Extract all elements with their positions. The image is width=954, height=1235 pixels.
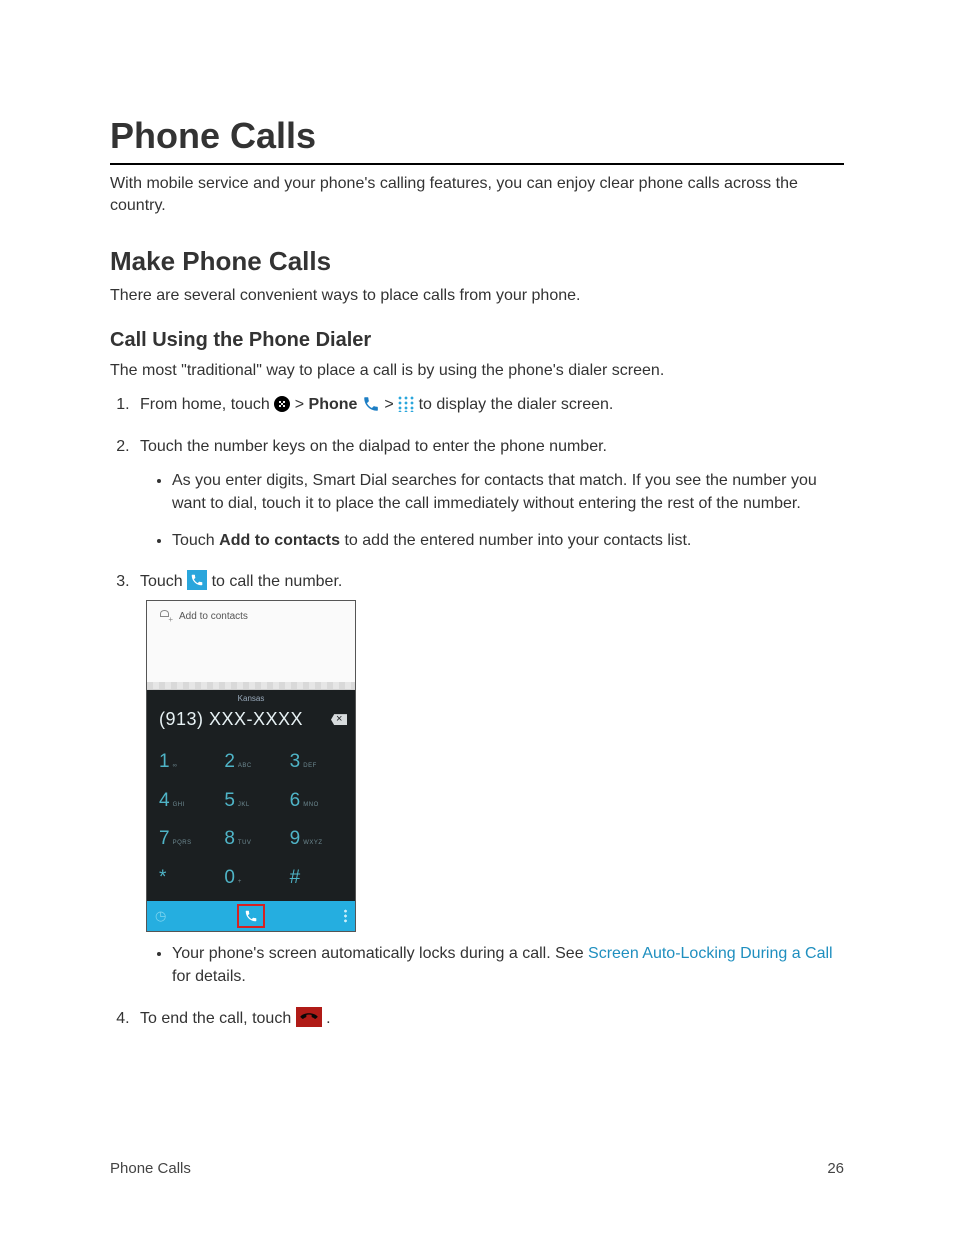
add-to-contacts-row: Add to contacts	[147, 601, 355, 634]
steps-list: From home, touch > Phone > to display th…	[110, 393, 844, 1031]
keypad-key: 7PQRS	[153, 820, 218, 859]
key-digit: 7	[159, 825, 170, 854]
keypad-key: 6MNO	[284, 782, 349, 821]
step2b2-bold: Add to contacts	[219, 532, 340, 549]
keypad-key: 3DEF	[284, 743, 349, 782]
step1-post: to display the dialer screen.	[419, 396, 614, 413]
key-letters: JKL	[238, 801, 250, 810]
keypad-key: *	[153, 859, 218, 898]
step3-note: Your phone's screen automatically locks …	[172, 942, 844, 988]
step1-gt2: >	[384, 396, 398, 413]
step2-text: Touch the number keys on the dialpad to …	[140, 438, 607, 455]
step2b2-b: to add the entered number into your cont…	[340, 532, 691, 549]
history-icon: ◷	[155, 906, 166, 926]
step3-note-b: for details.	[172, 968, 246, 985]
page-title: Phone Calls	[110, 115, 844, 165]
key-letters: ABC	[238, 762, 252, 771]
key-digit: 3	[290, 748, 301, 777]
screenshot-blank	[147, 634, 355, 682]
screenshot-keypad: 1∞2ABC3DEF4GHI5JKL6MNO7PQRS8TUV9WXYZ*0+#	[147, 741, 355, 901]
key-letters: TUV	[238, 839, 252, 848]
keypad-key: 9WXYZ	[284, 820, 349, 859]
phone-icon	[362, 395, 380, 413]
step1-phone-label: Phone	[309, 396, 358, 413]
step3-a: Touch	[140, 573, 187, 590]
step2b2-a: Touch	[172, 532, 219, 549]
add-contact-icon	[157, 610, 171, 624]
call-button-icon	[187, 570, 207, 590]
overflow-menu-icon	[344, 909, 347, 923]
keypad-key: 5JKL	[218, 782, 283, 821]
step3-b: to call the number.	[212, 573, 343, 590]
step-1: From home, touch > Phone > to display th…	[134, 393, 844, 417]
step2-bullet-2: Touch Add to contacts to add the entered…	[172, 529, 844, 552]
screenshot-call-button	[237, 904, 265, 928]
step2-bullet-1: As you enter digits, Smart Dial searches…	[172, 469, 844, 515]
key-letters: PQRS	[173, 839, 192, 848]
key-letters: GHI	[173, 801, 185, 810]
key-digit: 8	[224, 825, 235, 854]
step3-bullets: Your phone's screen automatically locks …	[140, 942, 844, 988]
page-footer: Phone Calls 26	[110, 1160, 844, 1177]
screenshot-bottom-bar: ◷	[147, 901, 355, 931]
backspace-icon	[331, 714, 347, 725]
screen-autolock-link[interactable]: Screen Auto-Locking During a Call	[588, 945, 833, 962]
step-4: To end the call, touch .	[134, 1007, 844, 1031]
step2-bullets: As you enter digits, Smart Dial searches…	[140, 469, 844, 553]
section-make-calls: Make Phone Calls	[110, 246, 844, 277]
key-digit: 4	[159, 787, 170, 816]
key-letters: ∞	[173, 762, 178, 771]
footer-page-number: 26	[827, 1160, 844, 1177]
footer-section: Phone Calls	[110, 1160, 191, 1177]
keypad-key: 8TUV	[218, 820, 283, 859]
keypad-key: 1∞	[153, 743, 218, 782]
step-3: Touch to call the number. Add to contact…	[134, 570, 844, 988]
keypad-key: 2ABC	[218, 743, 283, 782]
key-letters: WXYZ	[303, 839, 322, 848]
screenshot-number: (913) XXX-XXXX	[159, 706, 303, 733]
key-digit: 1	[159, 748, 170, 777]
dialpad-icon	[398, 396, 414, 412]
step3-note-a: Your phone's screen automatically locks …	[172, 945, 588, 962]
screenshot-dialpad-area: Kansas (913) XXX-XXXX 1∞2ABC3DEF4GHI5JKL…	[147, 690, 355, 901]
key-letters: DEF	[303, 762, 317, 771]
section-dialer: Call Using the Phone Dialer	[110, 329, 844, 352]
keypad-key: 4GHI	[153, 782, 218, 821]
step-2: Touch the number keys on the dialpad to …	[134, 435, 844, 553]
key-digit: 0	[224, 864, 235, 893]
screenshot-strip	[147, 682, 355, 689]
intro-text: With mobile service and your phone's cal…	[110, 173, 844, 218]
keypad-key: 0+	[218, 859, 283, 898]
key-digit: *	[159, 864, 166, 893]
key-digit: #	[290, 864, 301, 893]
apps-icon	[274, 396, 290, 412]
screenshot-top: Add to contacts	[147, 601, 355, 690]
keypad-key: #	[284, 859, 349, 898]
key-digit: 9	[290, 825, 301, 854]
key-letters: MNO	[303, 801, 319, 810]
step4-b: .	[326, 1010, 330, 1027]
key-digit: 6	[290, 787, 301, 816]
end-call-icon	[296, 1007, 322, 1027]
step1-pre: From home, touch	[140, 396, 274, 413]
key-digit: 2	[224, 748, 235, 777]
key-letters: +	[238, 878, 242, 887]
dialer-screenshot: Add to contacts Kansas (913) XXX-XXXX 1∞…	[146, 600, 356, 932]
screenshot-number-row: (913) XXX-XXXX	[147, 705, 355, 741]
key-digit: 5	[224, 787, 235, 816]
section-dialer-intro: The most "traditional" way to place a ca…	[110, 360, 844, 382]
step1-gt1: >	[295, 396, 309, 413]
screenshot-location: Kansas	[147, 690, 355, 705]
section-make-calls-intro: There are several convenient ways to pla…	[110, 285, 844, 307]
step4-a: To end the call, touch	[140, 1010, 296, 1027]
add-to-contacts-label: Add to contacts	[179, 609, 248, 624]
